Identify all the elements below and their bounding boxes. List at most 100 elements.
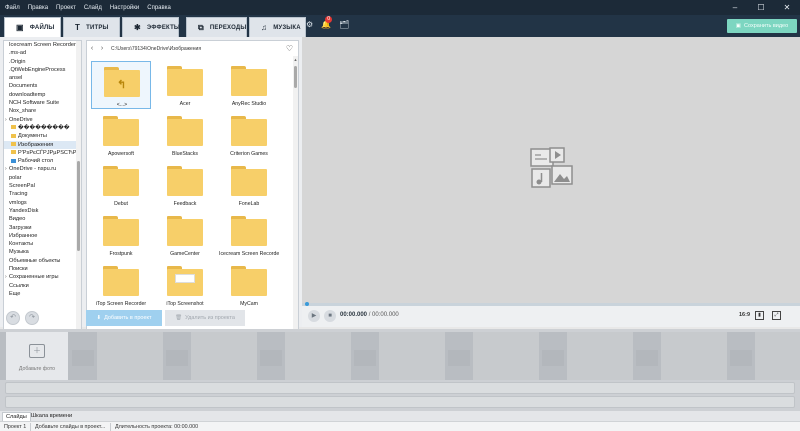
slide-slot[interactable]	[755, 332, 800, 380]
transition-slot[interactable]	[260, 350, 282, 366]
tree-item[interactable]: ansel	[4, 74, 81, 82]
music-track[interactable]	[5, 396, 795, 408]
tab-effects[interactable]: ✱ ЭФФЕКТЫ	[122, 17, 180, 37]
slide-slot[interactable]	[285, 332, 351, 380]
tab-timeline[interactable]: Шкала времени	[28, 412, 75, 421]
tab-files[interactable]: ▣ ФАЙЛЫ	[4, 17, 61, 37]
settings-gear-icon[interactable]: ⚙	[306, 20, 313, 29]
file-item[interactable]: iTop Screenshot	[155, 261, 215, 309]
tree-item[interactable]: Nox_share	[4, 107, 81, 115]
slide-slot[interactable]	[661, 332, 727, 380]
tab-music[interactable]: ♫ МУЗЫКА	[249, 17, 306, 37]
menu-help[interactable]: Справка	[147, 5, 171, 11]
add-to-project-button[interactable]: ⬇ Добавить в проект	[86, 310, 162, 326]
file-item[interactable]: MyCam	[219, 261, 279, 309]
tree-item[interactable]: YandexDisk	[4, 207, 81, 215]
file-item[interactable]: AnyRec Studio	[219, 61, 279, 109]
redo-button[interactable]: ↷	[25, 311, 39, 325]
tree-item[interactable]: .QtWebEngineProcess	[4, 66, 81, 74]
tree-item[interactable]: NCH Software Suite	[4, 99, 81, 107]
tree-item[interactable]: .Origin	[4, 58, 81, 66]
menu-file[interactable]: Файл	[5, 5, 20, 11]
file-item[interactable]: Criterion Games	[219, 111, 279, 159]
file-item[interactable]: Icecream Screen Recorder	[219, 211, 279, 259]
tree-item[interactable]: Музыка	[4, 248, 81, 256]
tree-item[interactable]: Р'РѕРєСЃРЈРµРЅСЋРЅС‹Рµ	[4, 149, 81, 157]
tree-item[interactable]: Поиски	[4, 265, 81, 273]
tree-item[interactable]: › OneDrive	[4, 116, 81, 124]
transition-slot[interactable]	[636, 350, 658, 366]
tree-item[interactable]: Tracing	[4, 190, 81, 198]
menu-slide[interactable]: Слайд	[84, 5, 102, 11]
aspect-ratio[interactable]: 16:9	[739, 312, 750, 318]
slide-slot[interactable]	[191, 332, 257, 380]
menu-project[interactable]: Проект	[56, 5, 76, 11]
file-item[interactable]: GameCenter	[155, 211, 215, 259]
slide-slot[interactable]	[97, 332, 163, 380]
maximize-button[interactable]: ☐	[748, 0, 774, 15]
tree-item[interactable]: polar	[4, 174, 81, 182]
playback-progress[interactable]	[302, 302, 800, 306]
tree-item[interactable]: Ссылки	[4, 282, 81, 290]
menu-edit[interactable]: Правка	[28, 5, 48, 11]
transition-slot[interactable]	[166, 350, 188, 366]
tree-item[interactable]: Icecream Screen Recorder	[4, 41, 81, 49]
tree-item[interactable]: downloadtemp	[4, 91, 81, 99]
expand-arrow-icon[interactable]: ›	[5, 116, 7, 124]
close-button[interactable]: ✕	[774, 0, 800, 15]
add-photo-slot[interactable]: ＋ Добавьте фото	[6, 332, 68, 380]
transition-slot[interactable]	[448, 350, 470, 366]
tab-titles[interactable]: T ТИТРЫ	[63, 17, 120, 37]
tree-item[interactable]: Объемные объекты	[4, 257, 81, 265]
tree-vertical-scrollbar[interactable]	[76, 41, 81, 337]
tree-item[interactable]: › OneDrive - nspu.ru	[4, 165, 81, 173]
tree-item[interactable]: Документы	[4, 132, 81, 140]
tree-item[interactable]: ���������	[4, 124, 81, 132]
save-video-button[interactable]: ▣ Сохранить видео	[727, 19, 797, 33]
transition-slot[interactable]	[542, 350, 564, 366]
file-item[interactable]: Frostpunk	[91, 211, 151, 259]
folder-tree[interactable]: Icecream Screen Recorder .ms-ad .Origin .Qt…	[3, 40, 82, 338]
slide-slot[interactable]	[379, 332, 445, 380]
tree-item[interactable]: vmlogs	[4, 199, 81, 207]
tree-item[interactable]: ScreenPal	[4, 182, 81, 190]
file-item[interactable]: Acer	[155, 61, 215, 109]
tree-item[interactable]: Контакты	[4, 240, 81, 248]
undo-button[interactable]: ↶	[6, 311, 20, 325]
crop-icon[interactable]: ▮	[755, 311, 764, 320]
tree-item[interactable]: Видео	[4, 215, 81, 223]
expand-arrow-icon[interactable]: ›	[5, 273, 7, 281]
remove-from-project-button[interactable]: 🗑 Удалить из проекта	[165, 310, 245, 326]
minimize-button[interactable]: ‒	[722, 0, 748, 15]
transition-slot[interactable]	[72, 350, 94, 366]
notifications-bell-icon[interactable]: 🔔 0	[321, 16, 333, 29]
file-item[interactable]: iTop Screen Recorder	[91, 261, 151, 309]
favorite-heart-icon[interactable]: ♡	[286, 44, 293, 53]
file-item[interactable]: ↰ <...>	[91, 61, 151, 109]
transition-slot[interactable]	[354, 350, 376, 366]
file-item[interactable]: Apowersoft	[91, 111, 151, 159]
file-item[interactable]: FoneLab	[219, 161, 279, 209]
progress-handle[interactable]	[305, 302, 309, 306]
tree-item[interactable]: Изображения	[4, 140, 81, 149]
play-button[interactable]: ▶	[308, 310, 320, 322]
tab-transitions[interactable]: ⧉ ПЕРЕХОДЫ	[186, 17, 247, 37]
file-item[interactable]: Feedback	[155, 161, 215, 209]
tree-item[interactable]: Еще	[4, 290, 81, 298]
tree-item[interactable]: Documents	[4, 82, 81, 90]
tree-item[interactable]: › Сохраненные игры	[4, 273, 81, 281]
slide-slot[interactable]	[473, 332, 539, 380]
tree-item[interactable]: Загрузки	[4, 224, 81, 232]
slide-slot[interactable]	[567, 332, 633, 380]
menu-settings[interactable]: Настройки	[110, 5, 139, 11]
back-arrow-icon[interactable]: ‹	[87, 45, 97, 52]
text-track[interactable]	[5, 382, 795, 394]
tree-item[interactable]: Рабочий стол	[4, 157, 81, 165]
tab-slides[interactable]: Слайды	[2, 412, 31, 421]
file-item[interactable]: BlueStacks	[155, 111, 215, 159]
transition-slot[interactable]	[730, 350, 752, 366]
fullscreen-icon[interactable]: ⤢	[772, 311, 781, 320]
gift-icon[interactable]: 🗂	[339, 20, 349, 29]
tree-item[interactable]: Избранное	[4, 232, 81, 240]
file-item[interactable]: Debut	[91, 161, 151, 209]
